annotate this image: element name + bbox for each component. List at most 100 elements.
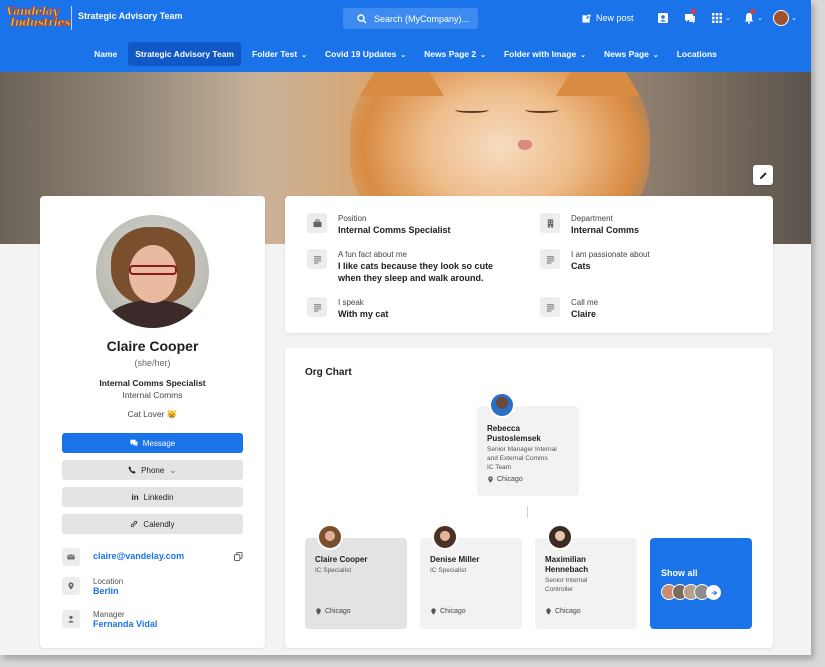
location-pin-icon (62, 577, 80, 595)
fun-fact-field: A fun fact about me I like cats because t… (307, 249, 493, 284)
org-node-name: Maximilian (545, 555, 586, 564)
nav-item-news-page-2[interactable]: News Page 2 ⌄ (417, 42, 493, 66)
profile-details-card: Position Internal Comms Specialist Depart… (285, 196, 773, 333)
linkedin-icon: in (131, 492, 139, 502)
manager-link[interactable]: Fernanda Vidal (93, 619, 157, 629)
fun-fact-label: A fun fact about me (338, 250, 407, 259)
photo-glasses (129, 265, 177, 275)
org-node-location: Chicago (545, 608, 581, 615)
org-node-location-text: Chicago (325, 608, 351, 615)
link-icon (131, 520, 138, 528)
org-node-role: Senior Manager Internal (487, 446, 557, 453)
org-node-location: Chicago (487, 476, 523, 483)
mail-icon (62, 548, 80, 566)
company-logo[interactable]: Vandelay Industries (6, 6, 71, 32)
text-lines-icon (307, 297, 327, 317)
org-node-role: and External Comms (487, 455, 548, 462)
call-me-label: Call me (571, 298, 599, 307)
org-chart-title: Org Chart (305, 367, 352, 378)
org-node-location-text: Chicago (555, 608, 581, 615)
location-row: Location Berlin (62, 577, 243, 596)
org-node-peer[interactable]: Maximilian Hennebach Senior Internal Con… (535, 524, 637, 629)
profile-card: Claire Cooper (she/her) Internal Comms S… (40, 196, 265, 648)
peer-avatar (317, 524, 343, 550)
chevron-down-icon: ⌄ (650, 52, 659, 59)
chat-notification-dot (691, 9, 696, 14)
chevron-down-icon: ⌄ (578, 52, 587, 59)
location-pin-icon (316, 608, 321, 615)
cat-nose (518, 140, 532, 150)
chat-button[interactable] (684, 9, 696, 26)
phone-button[interactable]: Phone ⌄ (62, 460, 243, 480)
notifications-button[interactable]: ⌄ (743, 9, 763, 26)
profile-pronouns: (she/her) (134, 358, 171, 368)
org-node-location: Chicago (315, 608, 351, 615)
copy-icon[interactable] (234, 552, 243, 561)
show-all-button[interactable]: Show all (650, 538, 752, 629)
position-field: Position Internal Comms Specialist (307, 213, 451, 236)
org-node-name: Hennebach (545, 565, 589, 574)
text-lines-icon (540, 249, 560, 269)
cat-ear-right (556, 72, 640, 96)
org-node-role: IC Specialist (315, 567, 352, 574)
org-chart-card: Org Chart Rebecca Pustoslemsek Senior Ma… (285, 348, 773, 648)
profile-name: Claire Cooper (106, 338, 199, 354)
calendly-button[interactable]: Calendly (62, 514, 243, 534)
org-connector-line (527, 506, 528, 518)
call-me-field: Call me Claire (540, 297, 598, 320)
email-link[interactable]: claire@vandelay.com (93, 551, 184, 561)
org-node-name: Pustoslemsek (487, 434, 541, 443)
user-avatar (773, 10, 789, 26)
search-input[interactable]: Search (MyCompany)... (343, 8, 478, 29)
email-row: claire@vandelay.com (62, 548, 243, 566)
peer-avatar (547, 524, 573, 550)
location-pin-icon (431, 608, 436, 615)
org-node-manager[interactable]: Rebecca Pustoslemsek Senior Manager Inte… (477, 392, 579, 496)
manager-label: Manager (93, 610, 125, 619)
chevron-down-icon: ⌄ (478, 52, 486, 59)
org-node-location-text: Chicago (440, 608, 466, 615)
nav-item-name[interactable]: Name (87, 42, 124, 66)
search-placeholder: Search (MyCompany)... (374, 13, 470, 24)
edit-cover-button[interactable] (753, 165, 773, 185)
passion-label: I am passionate about (571, 250, 650, 259)
nav-item-folder-test[interactable]: Folder Test ⌄ (245, 42, 314, 66)
search-icon (357, 13, 367, 23)
user-menu-button[interactable]: ⌄ (773, 10, 797, 26)
phone-label: Phone (141, 465, 165, 475)
nav-item-strategic-advisory-team[interactable]: Strategic Advisory Team (128, 42, 241, 66)
fun-fact-value-line2: when they sleep and walk around. (338, 273, 484, 283)
logo-divider (71, 6, 72, 30)
org-node-role: Senior Internal (545, 577, 588, 584)
message-button[interactable]: Message (62, 433, 243, 453)
new-post-label: New post (596, 13, 634, 23)
org-node-peer[interactable]: Denise Miller IC Specialist Chicago (420, 524, 522, 629)
nav-item-news-page[interactable]: News Page ⌄ (597, 42, 666, 66)
chat-icon (130, 439, 138, 447)
nav-item-folder-with-image[interactable]: Folder with Image ⌄ (497, 42, 593, 66)
department-value: Internal Comms (571, 225, 640, 235)
linkedin-button[interactable]: in Linkedin (62, 487, 243, 507)
site-title[interactable]: Strategic Advisory Team (78, 11, 183, 21)
arrow-right-icon (706, 585, 721, 600)
chevron-down-icon: ⌄ (169, 464, 177, 475)
new-post-button[interactable]: New post (582, 13, 634, 23)
apps-button[interactable]: ⌄ (711, 10, 731, 26)
call-me-value: Claire (571, 309, 597, 319)
site-navigation: Name Strategic Advisory Team Folder Test… (0, 42, 811, 66)
show-all-label: Show all (661, 568, 698, 578)
org-node-name: Rebecca (487, 424, 520, 433)
briefcase-icon (307, 213, 327, 233)
position-value: Internal Comms Specialist (338, 225, 451, 235)
building-icon (540, 213, 560, 233)
contacts-button[interactable] (657, 10, 669, 26)
manager-avatar (489, 392, 515, 418)
org-node-name: Denise Miller (430, 555, 480, 564)
location-link[interactable]: Berlin (93, 586, 123, 596)
nav-item-covid-19-updates[interactable]: Covid 19 Updates ⌄ (318, 42, 413, 66)
phone-icon (128, 466, 136, 474)
org-node-peer[interactable]: Claire Cooper IC Specialist Chicago (305, 524, 407, 629)
position-label: Position (338, 214, 367, 223)
nav-item-locations[interactable]: Locations (670, 42, 724, 66)
org-node-location: Chicago (430, 608, 466, 615)
